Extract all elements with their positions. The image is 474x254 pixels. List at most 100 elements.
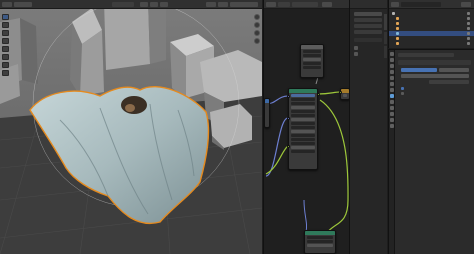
output-icon[interactable] [390, 64, 394, 68]
pan-icon[interactable] [254, 30, 260, 36]
node[interactable] [300, 44, 324, 78]
cursor-icon[interactable] [2, 22, 9, 28]
modifier-checkbox[interactable] [401, 92, 404, 95]
node-field[interactable] [291, 142, 315, 145]
sidebar-tab[interactable] [384, 32, 387, 44]
editor-type-button[interactable] [266, 2, 276, 7]
pin-button[interactable] [322, 2, 332, 7]
outliner-search-field[interactable] [401, 2, 441, 7]
modifier-field[interactable] [429, 80, 469, 84]
move-icon[interactable] [2, 30, 9, 36]
node-field[interactable] [291, 134, 315, 137]
node-header [301, 45, 323, 49]
mode-dropdown[interactable] [14, 2, 32, 7]
transform-icon[interactable] [2, 54, 9, 60]
rotate-icon[interactable] [2, 38, 9, 44]
visibility-icon[interactable] [467, 27, 470, 30]
node-field[interactable] [291, 102, 315, 105]
outliner-row[interactable] [389, 41, 474, 46]
visibility-icon[interactable] [467, 22, 470, 25]
sidebar-tab[interactable] [384, 14, 387, 30]
sidebar-field[interactable] [354, 38, 382, 42]
xray-button[interactable] [218, 2, 228, 7]
sidebar-field[interactable] [354, 18, 382, 22]
node[interactable] [264, 98, 270, 128]
node-socket[interactable] [287, 95, 290, 98]
physics-icon[interactable] [390, 106, 394, 110]
node-tree-selector[interactable] [292, 2, 318, 7]
view-menu[interactable] [278, 2, 290, 7]
constraints-icon[interactable] [390, 112, 394, 116]
world-icon[interactable] [390, 82, 394, 86]
measure-icon[interactable] [2, 70, 9, 76]
node-field[interactable] [291, 98, 315, 101]
snap-button[interactable] [150, 2, 158, 7]
node-field[interactable] [307, 236, 333, 239]
scene-icon[interactable] [390, 76, 394, 80]
node-field[interactable] [303, 62, 321, 65]
node-socket[interactable] [339, 91, 342, 94]
editor-type-button[interactable] [391, 2, 399, 7]
material-icon[interactable] [390, 124, 394, 128]
node-field[interactable] [291, 126, 315, 129]
shading-buttons[interactable] [230, 2, 258, 7]
sidebar-checkbox[interactable] [354, 52, 358, 56]
node-field[interactable] [303, 50, 321, 53]
overlays-button[interactable] [206, 2, 216, 7]
3d-viewport[interactable] [0, 0, 262, 254]
visibility-icon[interactable] [467, 32, 470, 35]
particles-icon[interactable] [390, 100, 394, 104]
filter-button[interactable] [461, 2, 471, 7]
modifier-checkbox[interactable] [401, 87, 404, 90]
view-layer-icon[interactable] [390, 70, 394, 74]
visibility-icon[interactable] [467, 12, 470, 15]
node[interactable] [288, 88, 318, 170]
node-socket[interactable] [287, 117, 290, 120]
node-field[interactable] [307, 240, 333, 243]
modifier-panel-header[interactable] [398, 60, 471, 65]
object-name-field[interactable] [398, 53, 454, 57]
orbit-gizmo-icon[interactable] [254, 14, 260, 20]
modifier-field[interactable] [439, 68, 469, 72]
node-field[interactable] [291, 110, 315, 113]
node-socket[interactable] [287, 145, 290, 148]
visibility-icon[interactable] [467, 17, 470, 20]
node-field[interactable] [291, 138, 315, 141]
node-field[interactable] [291, 150, 315, 153]
sidebar-checkbox[interactable] [354, 46, 358, 50]
outliner[interactable] [388, 0, 474, 48]
modifier-field[interactable] [401, 68, 437, 72]
node[interactable] [304, 230, 336, 254]
modifier-icon[interactable] [390, 94, 394, 98]
sidebar-dropdown[interactable] [354, 12, 382, 16]
editor-type-button[interactable] [2, 2, 12, 7]
camera-view-icon[interactable] [254, 38, 260, 44]
node-field[interactable] [291, 94, 315, 97]
node-field[interactable] [303, 54, 321, 57]
node-editor[interactable] [263, 0, 349, 254]
node-field[interactable] [303, 66, 321, 69]
node[interactable] [340, 88, 349, 100]
modifier-field[interactable] [401, 74, 469, 78]
sidebar-field[interactable] [354, 30, 382, 34]
proportional-edit-button[interactable] [160, 2, 168, 7]
node-field[interactable] [291, 122, 315, 125]
properties-editor[interactable] [388, 49, 474, 254]
transform-orientation-dropdown[interactable] [112, 2, 134, 7]
tool-icon[interactable] [390, 52, 394, 56]
select-box-icon[interactable] [2, 14, 9, 20]
viewport-scene[interactable] [0, 0, 262, 254]
sidebar-tab[interactable] [384, 46, 387, 58]
pivot-button[interactable] [140, 2, 148, 7]
zoom-icon[interactable] [254, 22, 260, 28]
data-icon[interactable] [390, 118, 394, 122]
visibility-icon[interactable] [467, 42, 470, 45]
visibility-icon[interactable] [467, 37, 470, 40]
object-icon[interactable] [390, 88, 394, 92]
scale-icon[interactable] [2, 46, 9, 52]
render-icon[interactable] [390, 58, 394, 62]
node-socket[interactable] [317, 93, 320, 96]
annotate-icon[interactable] [2, 62, 9, 68]
sidebar-field[interactable] [354, 24, 382, 28]
node-field[interactable] [291, 114, 315, 117]
